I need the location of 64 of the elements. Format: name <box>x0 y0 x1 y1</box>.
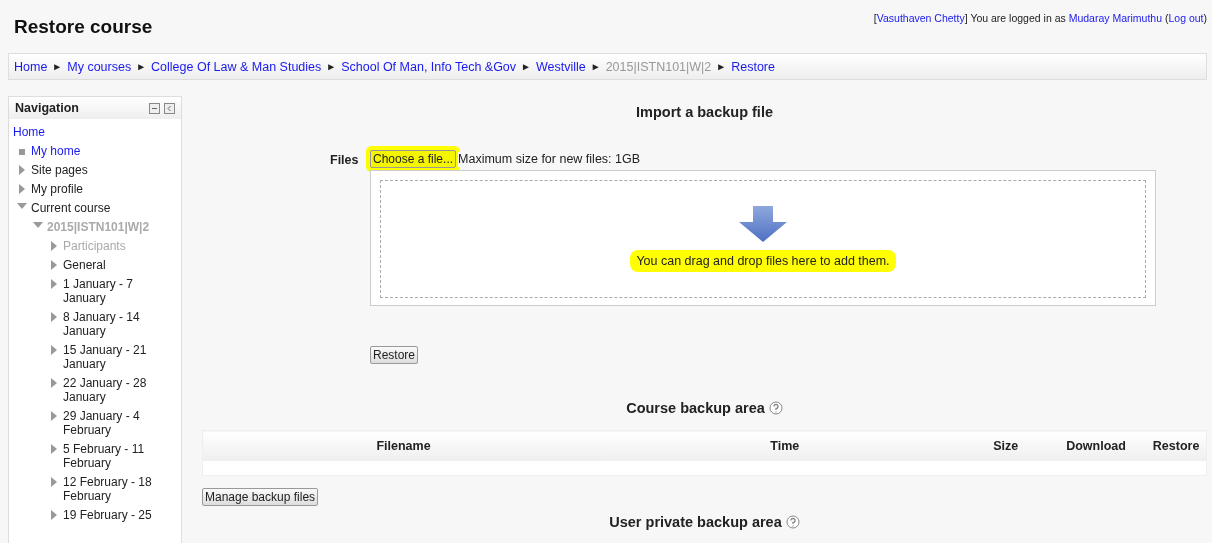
section-heading: Course backup area <box>626 400 765 416</box>
collapsed-caret-icon[interactable] <box>51 444 57 454</box>
down-arrow-icon <box>738 206 788 242</box>
breadcrumb-link[interactable]: Restore <box>731 59 775 74</box>
section-heading: User private backup area <box>609 514 782 530</box>
nav-item[interactable]: Home <box>13 125 125 139</box>
collapsed-caret-icon[interactable] <box>51 477 57 487</box>
collapsed-caret-icon[interactable] <box>51 312 57 322</box>
nav-item[interactable]: Site pages <box>31 163 143 177</box>
collapsed-caret-icon[interactable] <box>51 378 57 388</box>
nav-item[interactable]: 22 January - 28 January <box>63 376 175 404</box>
nav-item[interactable]: 12 February - 18 February <box>63 475 175 503</box>
collapsed-caret-icon[interactable] <box>51 345 57 355</box>
dock-icon[interactable] <box>164 102 175 114</box>
logout-link[interactable]: Log out <box>1168 12 1204 24</box>
separator-icon: ► <box>136 61 147 72</box>
nav-item[interactable]: 15 January - 21 January <box>63 343 175 371</box>
separator-icon: ► <box>52 61 63 72</box>
files-label: Files <box>330 153 360 169</box>
login-info: You are logged in as <box>970 12 1066 24</box>
section-heading: Import a backup file <box>636 104 773 120</box>
separator-icon: ► <box>326 61 337 72</box>
nav-item[interactable]: 8 January - 14 January <box>63 310 175 338</box>
breadcrumb-link[interactable]: Westville <box>536 59 586 74</box>
nav-item[interactable]: My profile <box>31 182 143 196</box>
max-size-text: Maximum size for new files: 1GB <box>458 151 641 167</box>
column-header: Download <box>1045 430 1147 461</box>
page-title: Restore course <box>14 16 153 39</box>
login-bracket: ) <box>1203 12 1207 24</box>
column-header: Time <box>604 430 966 461</box>
breadcrumb-link[interactable]: College Of Law & Man Studies <box>151 59 322 74</box>
minimize-icon[interactable] <box>149 102 160 114</box>
drop-hint: You can drag and drop files here to add them. <box>630 250 896 272</box>
breadcrumb-link[interactable]: Home <box>14 59 48 74</box>
nav-item[interactable]: General <box>63 258 175 272</box>
nav-item[interactable]: 19 February - 25 <box>63 508 175 522</box>
breadcrumb-link[interactable]: My courses <box>67 59 132 74</box>
help-icon[interactable] <box>768 401 783 415</box>
expanded-caret-icon[interactable] <box>17 203 27 209</box>
nav-item[interactable]: 5 February - 11 February <box>63 442 175 470</box>
separator-icon: ► <box>521 61 531 72</box>
login-bracket: ( <box>1164 12 1169 24</box>
breadcrumb-link[interactable]: School Of Man, Info Tech &Gov <box>341 59 517 74</box>
file-drop-area[interactable]: You can drag and drop files here to add them. <box>370 170 1156 306</box>
user-link[interactable]: Mudaray Marimuthu <box>1068 12 1163 24</box>
collapsed-caret-icon[interactable] <box>51 510 57 520</box>
help-icon[interactable] <box>785 515 800 529</box>
column-header: Restore <box>1146 430 1207 461</box>
nav-item[interactable]: 1 January - 7 January <box>63 277 175 305</box>
bullet-icon <box>19 149 25 155</box>
column-header: Size <box>965 430 1046 461</box>
login-bracket: ] <box>964 12 968 24</box>
nav-item[interactable]: 29 January - 4 February <box>63 409 175 437</box>
expanded-caret-icon[interactable] <box>33 222 43 228</box>
collapsed-caret-icon[interactable] <box>51 411 57 421</box>
nav-item[interactable]: Current course <box>31 201 143 215</box>
column-header: Filename <box>202 430 605 461</box>
separator-icon: ► <box>590 61 601 72</box>
login-bracket: [ <box>873 12 877 24</box>
manage-backup-files-button[interactable]: Manage backup files <box>202 488 319 506</box>
block-title: Navigation <box>15 101 79 115</box>
nav-item[interactable]: My home <box>31 144 143 158</box>
separator-icon: ► <box>716 61 727 72</box>
restore-button[interactable]: Restore <box>370 346 419 364</box>
